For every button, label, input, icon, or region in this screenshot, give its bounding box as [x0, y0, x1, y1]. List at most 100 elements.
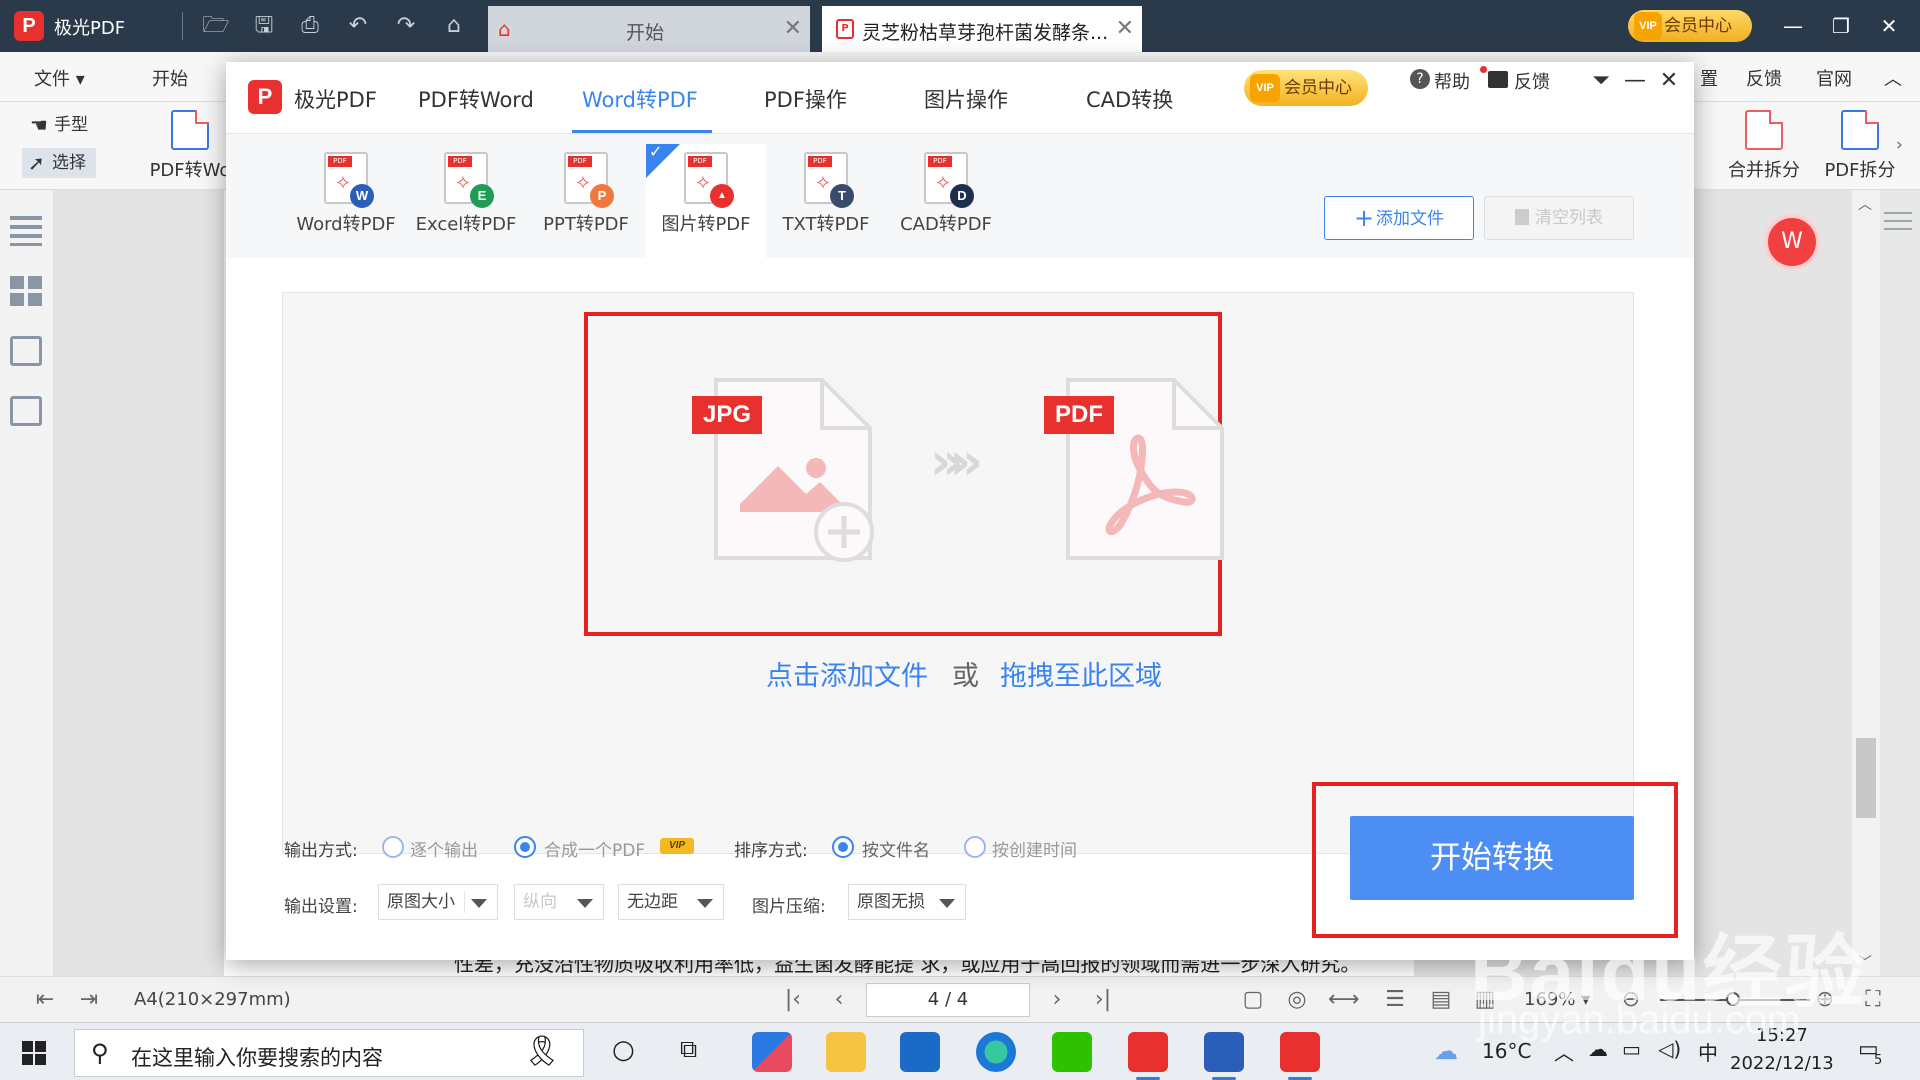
jiguang-pdf-taskbar-icon-2[interactable]: [1280, 1032, 1320, 1080]
word-to-pdf-icon: PDF ⟡ W: [324, 152, 374, 208]
weather-icon[interactable]: ☁: [1434, 1037, 1458, 1065]
continuous-view-icon[interactable]: ☰: [1382, 987, 1408, 1013]
menu-start[interactable]: 开始: [152, 65, 188, 91]
thumbnail-icon[interactable]: [10, 276, 42, 306]
word-taskbar-icon[interactable]: [1204, 1032, 1244, 1080]
radio-sort-name[interactable]: [832, 836, 854, 858]
save-icon[interactable]: 🖫: [250, 12, 278, 40]
dialog-tab-pdf-ops[interactable]: PDF操作: [764, 84, 847, 114]
scroll-up-icon[interactable]: ︿: [1858, 194, 1872, 214]
click-add-file-link[interactable]: 点击添加文件: [766, 654, 928, 693]
redo-icon[interactable]: ↷: [392, 12, 420, 40]
subtab-excel-to-pdf[interactable]: PDF ⟡ E Excel转PDF: [406, 144, 526, 258]
radio-merge-output[interactable]: [514, 836, 536, 858]
margin-select[interactable]: 无边距: [618, 884, 724, 920]
dialog-tab-cad[interactable]: CAD转换: [1086, 84, 1173, 114]
drag-here-link[interactable]: 拖拽至此区域: [1000, 654, 1162, 693]
taskbar-search-box[interactable]: ⚲ 在这里输入你要搜索的内容 🎗: [74, 1029, 584, 1077]
wechat-icon[interactable]: [1052, 1032, 1092, 1072]
floating-convert-icon[interactable]: W: [1764, 214, 1820, 270]
minimize-window-icon[interactable]: —: [1778, 12, 1808, 40]
windows-start-icon[interactable]: [22, 1041, 46, 1065]
add-file-button[interactable]: + 添加文件: [1324, 196, 1474, 240]
tab-document-label: 灵芝粉枯草芽孢杆菌发酵条...: [862, 22, 1109, 44]
subtab-image-to-pdf[interactable]: ✓ PDF ⟡ ▲ 图片转PDF: [646, 142, 766, 258]
actual-size-icon[interactable]: ▢: [1240, 987, 1266, 1013]
menu-settings-partial[interactable]: 置: [1700, 65, 1718, 91]
fit-page-icon[interactable]: ◎: [1284, 987, 1310, 1013]
home-icon: ⌂: [498, 17, 511, 41]
close-tab-icon[interactable]: ✕: [784, 16, 802, 41]
notification-dot: [1480, 66, 1487, 73]
tab-start[interactable]: ⌂ 开始 ✕: [488, 6, 810, 52]
pdf-split-tool[interactable]: PDF拆分: [1814, 108, 1906, 182]
dialog-minimize-icon[interactable]: —: [1622, 68, 1648, 93]
restore-window-icon[interactable]: ❐: [1826, 12, 1856, 40]
subtab-word-to-pdf[interactable]: PDF ⟡ W Word转PDF: [286, 144, 406, 258]
menu-website[interactable]: 官网: [1816, 65, 1852, 91]
sort-created-text[interactable]: 按创建时间: [992, 836, 1077, 861]
annotation-icon[interactable]: [10, 336, 42, 366]
fit-width-icon[interactable]: ⟷: [1328, 987, 1360, 1013]
collapse-ribbon-icon[interactable]: ︿: [1884, 65, 1902, 91]
dialog-vip-button[interactable]: VIP 会员中心: [1244, 70, 1368, 106]
pdf-to-word-tool[interactable]: PDF转Wo: [144, 108, 236, 182]
subtab-ppt-to-pdf[interactable]: PDF ⟡ P PPT转PDF: [526, 144, 646, 258]
close-tab-icon[interactable]: ✕: [1116, 16, 1134, 41]
exit-icon[interactable]: ⇤: [32, 987, 58, 1013]
orientation-select[interactable]: 纵向: [514, 884, 604, 920]
settings-sliders-icon[interactable]: [1884, 212, 1912, 236]
search-panel-icon[interactable]: [10, 396, 42, 426]
feedback-button[interactable]: 反馈: [1488, 68, 1550, 94]
dialog-tab-image-ops[interactable]: 图片操作: [924, 84, 1008, 114]
prev-page-icon[interactable]: ‹: [826, 987, 852, 1013]
select-tool-button[interactable]: ➚ 选择: [22, 148, 96, 178]
hand-tool-button[interactable]: ☚ 手型: [24, 110, 88, 140]
cortana-icon[interactable]: ○: [612, 1035, 635, 1065]
single-page-icon[interactable]: ▤: [1428, 987, 1454, 1013]
close-window-icon[interactable]: ✕: [1874, 12, 1904, 40]
dialog-tab-pdf-to-word[interactable]: PDF转Word: [418, 84, 534, 114]
outline-icon[interactable]: [10, 216, 42, 246]
tab-document[interactable]: P 灵芝粉枯草芽孢杆菌发酵条... ✕: [822, 6, 1142, 52]
merge-output-text[interactable]: 合成一个PDF: [544, 836, 645, 861]
jiguang-pdf-taskbar-icon[interactable]: [1128, 1032, 1168, 1080]
scrollbar-thumb[interactable]: [1856, 738, 1876, 818]
edge-browser-icon[interactable]: [976, 1032, 1016, 1072]
file-explorer-icon[interactable]: [826, 1032, 866, 1072]
clear-list-button[interactable]: 清空列表: [1484, 196, 1634, 240]
output-mode-label: 输出方式:: [284, 841, 358, 861]
scroll-right-icon[interactable]: ›: [1896, 130, 1903, 160]
first-page-icon[interactable]: |‹: [780, 987, 806, 1013]
clock-date[interactable]: 2022/12/13: [1730, 1053, 1834, 1074]
open-folder-icon[interactable]: 🗁: [202, 12, 230, 40]
next-page-icon[interactable]: ›: [1044, 987, 1070, 1013]
dialog-close-icon[interactable]: ✕: [1656, 68, 1682, 93]
radio-individual-output[interactable]: [382, 836, 404, 858]
dialog-menu-icon[interactable]: ⏷: [1588, 68, 1614, 93]
task-view-icon[interactable]: ⧉: [680, 1035, 697, 1063]
vertical-scrollbar[interactable]: ︿ ﹀: [1852, 190, 1880, 976]
print-icon[interactable]: ⎙: [296, 12, 324, 40]
individual-output-text[interactable]: 逐个输出: [410, 836, 478, 861]
radio-sort-created[interactable]: [964, 836, 986, 858]
subtab-txt-to-pdf[interactable]: PDF ⟡ T TXT转PDF: [766, 144, 886, 258]
size-select[interactable]: 原图大小: [378, 884, 498, 920]
vip-center-button[interactable]: VIP 会员中心: [1628, 10, 1752, 42]
sort-name-text[interactable]: 按文件名: [862, 836, 930, 861]
export-icon[interactable]: ⇥: [76, 987, 102, 1013]
subtab-cad-to-pdf[interactable]: PDF ⟡ D CAD转PDF: [886, 144, 1006, 258]
compression-select[interactable]: 原图无损: [848, 884, 966, 920]
undo-icon[interactable]: ↶: [344, 12, 372, 40]
chevron-down-icon: [577, 899, 593, 908]
dialog-tab-word-to-pdf[interactable]: Word转PDF: [582, 84, 698, 114]
home-circle-icon[interactable]: ⌂: [440, 12, 468, 40]
menu-feedback[interactable]: 反馈: [1746, 65, 1782, 91]
help-button[interactable]: ? 帮助: [1410, 66, 1487, 94]
menu-file[interactable]: 文件 ▾: [34, 65, 85, 91]
page-indicator[interactable]: 4 / 4: [866, 983, 1030, 1017]
mail-icon[interactable]: [900, 1032, 940, 1072]
store-icon[interactable]: [752, 1032, 792, 1072]
merge-split-tool[interactable]: 合并拆分: [1718, 108, 1810, 182]
last-page-icon[interactable]: ›|: [1090, 987, 1116, 1013]
